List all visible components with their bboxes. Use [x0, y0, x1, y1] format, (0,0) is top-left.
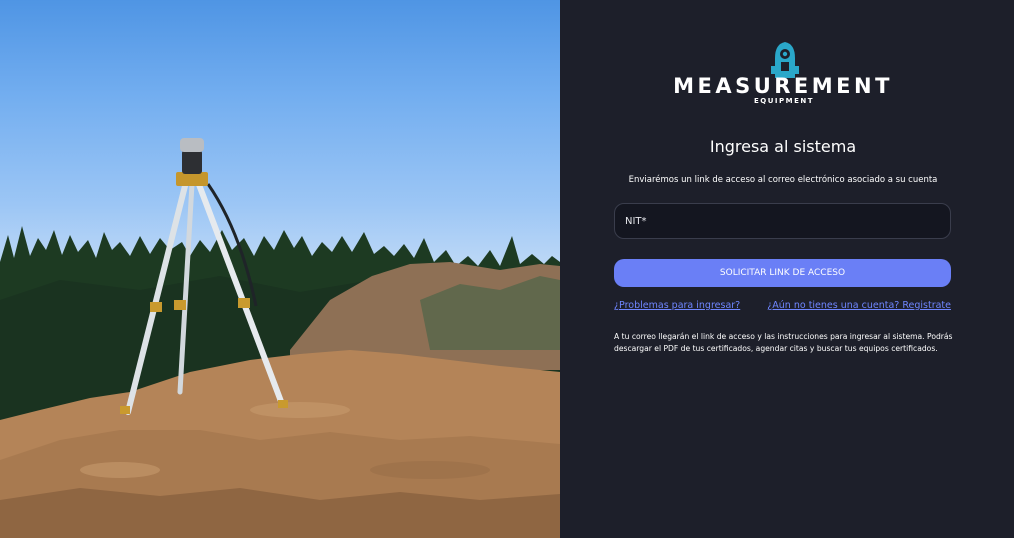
hero-photo: [0, 0, 560, 538]
tripod-landscape-image: [0, 138, 560, 538]
register-link[interactable]: ¿Aún no tienes una cuenta? Registrate: [767, 300, 951, 311]
info-text: A tu correo llegarán el link de acceso y…: [614, 332, 953, 353]
nit-field: [614, 203, 951, 239]
page-subtitle: Enviarémos un link de acceso al correo e…: [628, 175, 938, 185]
login-panel: MEASUREMENT EQUIPMENT Ingresa al sistema…: [560, 0, 1014, 538]
request-access-link-button[interactable]: SOLICITAR LINK DE ACCESO: [614, 259, 951, 287]
login-problems-link[interactable]: ¿Problemas para ingresar?: [614, 300, 740, 311]
brand-tagline: EQUIPMENT: [753, 97, 815, 105]
brand-logo-icon: [771, 42, 799, 78]
brand-name: MEASUREMENT: [673, 74, 893, 98]
nit-input[interactable]: [615, 204, 950, 238]
page-title: Ingresa al sistema: [709, 137, 857, 156]
